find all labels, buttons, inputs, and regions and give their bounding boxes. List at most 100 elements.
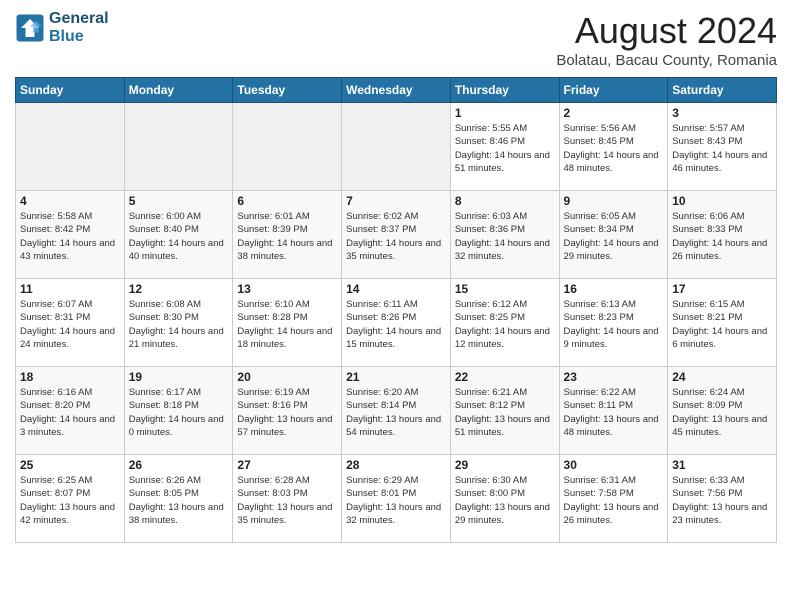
day-info: Sunrise: 6:26 AMSunset: 8:05 PMDaylight:… [129, 474, 229, 527]
day-info: Sunrise: 6:12 AMSunset: 8:25 PMDaylight:… [455, 298, 555, 351]
day-info: Sunrise: 5:58 AMSunset: 8:42 PMDaylight:… [20, 210, 120, 263]
location-title: Bolatau, Bacau County, Romania [556, 52, 777, 69]
calendar-day-cell: 5 Sunrise: 6:00 AMSunset: 8:40 PMDaylight… [124, 191, 233, 279]
day-info: Sunrise: 5:55 AMSunset: 8:46 PMDaylight:… [455, 122, 555, 175]
day-info: Sunrise: 6:24 AMSunset: 8:09 PMDaylight:… [672, 386, 772, 439]
day-number: 29 [455, 458, 555, 472]
day-info: Sunrise: 6:15 AMSunset: 8:21 PMDaylight:… [672, 298, 772, 351]
calendar-day-cell: 10 Sunrise: 6:06 AMSunset: 8:33 PMDayligh… [668, 191, 777, 279]
day-number: 10 [672, 194, 772, 208]
day-number: 16 [564, 282, 664, 296]
day-info: Sunrise: 6:02 AMSunset: 8:37 PMDaylight:… [346, 210, 446, 263]
day-number: 8 [455, 194, 555, 208]
day-number: 1 [455, 106, 555, 120]
col-monday: Monday [124, 78, 233, 103]
day-number: 22 [455, 370, 555, 384]
calendar-day-cell: 8Sunrise: 6:03 AMSunset: 8:36 PMDaylight… [450, 191, 559, 279]
day-number: 19 [129, 370, 229, 384]
calendar-day-cell: 26 Sunrise: 6:26 AMSunset: 8:05 PMDayligh… [124, 455, 233, 543]
calendar-day-cell: 16 Sunrise: 6:13 AMSunset: 8:23 PMDayligh… [559, 279, 668, 367]
calendar-day-cell: 18Sunrise: 6:16 AMSunset: 8:20 PMDayligh… [16, 367, 125, 455]
day-info: Sunrise: 6:13 AMSunset: 8:23 PMDaylight:… [564, 298, 664, 351]
day-number: 28 [346, 458, 446, 472]
day-number: 9 [564, 194, 664, 208]
calendar-day-cell: 21Sunrise: 6:20 AMSunset: 8:14 PMDayligh… [342, 367, 451, 455]
col-saturday: Saturday [668, 78, 777, 103]
day-number: 30 [564, 458, 664, 472]
col-friday: Friday [559, 78, 668, 103]
day-number: 27 [237, 458, 337, 472]
calendar-day-cell: 14 Sunrise: 6:11 AMSunset: 8:26 PMDayligh… [342, 279, 451, 367]
col-thursday: Thursday [450, 78, 559, 103]
day-info: Sunrise: 5:56 AMSunset: 8:45 PMDaylight:… [564, 122, 664, 175]
calendar-day-cell: 28Sunrise: 6:29 AMSunset: 8:01 PMDayligh… [342, 455, 451, 543]
logo: General Blue [15, 10, 109, 45]
calendar-week-row: 1 Sunrise: 5:55 AMSunset: 8:46 PMDaylight… [16, 103, 777, 191]
day-number: 26 [129, 458, 229, 472]
day-info: Sunrise: 6:00 AMSunset: 8:40 PMDaylight:… [129, 210, 229, 263]
calendar-day-cell: 20 Sunrise: 6:19 AMSunset: 8:16 PMDayligh… [233, 367, 342, 455]
calendar-day-cell: 4 Sunrise: 5:58 AMSunset: 8:42 PMDaylight… [16, 191, 125, 279]
logo-icon [15, 13, 45, 43]
title-block: August 2024 Bolatau, Bacau County, Roman… [556, 10, 777, 69]
logo-text: General Blue [49, 10, 109, 45]
calendar-day-cell: 31 Sunrise: 6:33 AMSunset: 7:56 PMDayligh… [668, 455, 777, 543]
calendar-day-cell [233, 103, 342, 191]
calendar-day-cell: 11Sunrise: 6:07 AMSunset: 8:31 PMDayligh… [16, 279, 125, 367]
calendar-week-row: 11Sunrise: 6:07 AMSunset: 8:31 PMDayligh… [16, 279, 777, 367]
calendar-header-row: Sunday Monday Tuesday Wednesday Thursday… [16, 78, 777, 103]
col-tuesday: Tuesday [233, 78, 342, 103]
header: General Blue August 2024 Bolatau, Bacau … [15, 10, 777, 69]
day-number: 12 [129, 282, 229, 296]
col-sunday: Sunday [16, 78, 125, 103]
day-number: 6 [237, 194, 337, 208]
calendar-day-cell [16, 103, 125, 191]
day-info: Sunrise: 6:07 AMSunset: 8:31 PMDaylight:… [20, 298, 120, 351]
day-number: 3 [672, 106, 772, 120]
calendar-day-cell: 1 Sunrise: 5:55 AMSunset: 8:46 PMDaylight… [450, 103, 559, 191]
day-info: Sunrise: 6:06 AMSunset: 8:33 PMDaylight:… [672, 210, 772, 263]
month-title: August 2024 [556, 10, 777, 52]
day-info: Sunrise: 6:31 AMSunset: 7:58 PMDaylight:… [564, 474, 664, 527]
calendar-day-cell: 25 Sunrise: 6:25 AMSunset: 8:07 PMDayligh… [16, 455, 125, 543]
day-number: 31 [672, 458, 772, 472]
day-number: 15 [455, 282, 555, 296]
col-wednesday: Wednesday [342, 78, 451, 103]
day-number: 7 [346, 194, 446, 208]
day-info: Sunrise: 6:22 AMSunset: 8:11 PMDaylight:… [564, 386, 664, 439]
page-container: General Blue August 2024 Bolatau, Bacau … [0, 0, 792, 612]
day-info: Sunrise: 6:21 AMSunset: 8:12 PMDaylight:… [455, 386, 555, 439]
calendar-day-cell: 7 Sunrise: 6:02 AMSunset: 8:37 PMDaylight… [342, 191, 451, 279]
day-number: 24 [672, 370, 772, 384]
day-info: Sunrise: 6:11 AMSunset: 8:26 PMDaylight:… [346, 298, 446, 351]
day-number: 14 [346, 282, 446, 296]
day-number: 4 [20, 194, 120, 208]
day-info: Sunrise: 6:28 AMSunset: 8:03 PMDaylight:… [237, 474, 337, 527]
calendar-day-cell [124, 103, 233, 191]
day-number: 17 [672, 282, 772, 296]
calendar-day-cell: 23 Sunrise: 6:22 AMSunset: 8:11 PMDayligh… [559, 367, 668, 455]
calendar-day-cell: 3 Sunrise: 5:57 AMSunset: 8:43 PMDaylight… [668, 103, 777, 191]
calendar-day-cell: 15 Sunrise: 6:12 AMSunset: 8:25 PMDayligh… [450, 279, 559, 367]
day-info: Sunrise: 6:25 AMSunset: 8:07 PMDaylight:… [20, 474, 120, 527]
calendar-day-cell: 29Sunrise: 6:30 AMSunset: 8:00 PMDayligh… [450, 455, 559, 543]
calendar-day-cell: 6 Sunrise: 6:01 AMSunset: 8:39 PMDaylight… [233, 191, 342, 279]
day-info: Sunrise: 6:01 AMSunset: 8:39 PMDaylight:… [237, 210, 337, 263]
day-number: 25 [20, 458, 120, 472]
calendar-day-cell: 19Sunrise: 6:17 AMSunset: 8:18 PMDayligh… [124, 367, 233, 455]
calendar-day-cell: 13Sunrise: 6:10 AMSunset: 8:28 PMDayligh… [233, 279, 342, 367]
day-info: Sunrise: 5:57 AMSunset: 8:43 PMDaylight:… [672, 122, 772, 175]
calendar-week-row: 25 Sunrise: 6:25 AMSunset: 8:07 PMDayligh… [16, 455, 777, 543]
calendar-day-cell: 24 Sunrise: 6:24 AMSunset: 8:09 PMDayligh… [668, 367, 777, 455]
day-number: 5 [129, 194, 229, 208]
calendar-day-cell: 12Sunrise: 6:08 AMSunset: 8:30 PMDayligh… [124, 279, 233, 367]
calendar-day-cell [342, 103, 451, 191]
calendar-day-cell: 22 Sunrise: 6:21 AMSunset: 8:12 PMDayligh… [450, 367, 559, 455]
day-info: Sunrise: 6:33 AMSunset: 7:56 PMDaylight:… [672, 474, 772, 527]
day-info: Sunrise: 6:19 AMSunset: 8:16 PMDaylight:… [237, 386, 337, 439]
day-number: 23 [564, 370, 664, 384]
day-number: 2 [564, 106, 664, 120]
calendar-week-row: 4 Sunrise: 5:58 AMSunset: 8:42 PMDaylight… [16, 191, 777, 279]
day-info: Sunrise: 6:05 AMSunset: 8:34 PMDaylight:… [564, 210, 664, 263]
day-number: 20 [237, 370, 337, 384]
